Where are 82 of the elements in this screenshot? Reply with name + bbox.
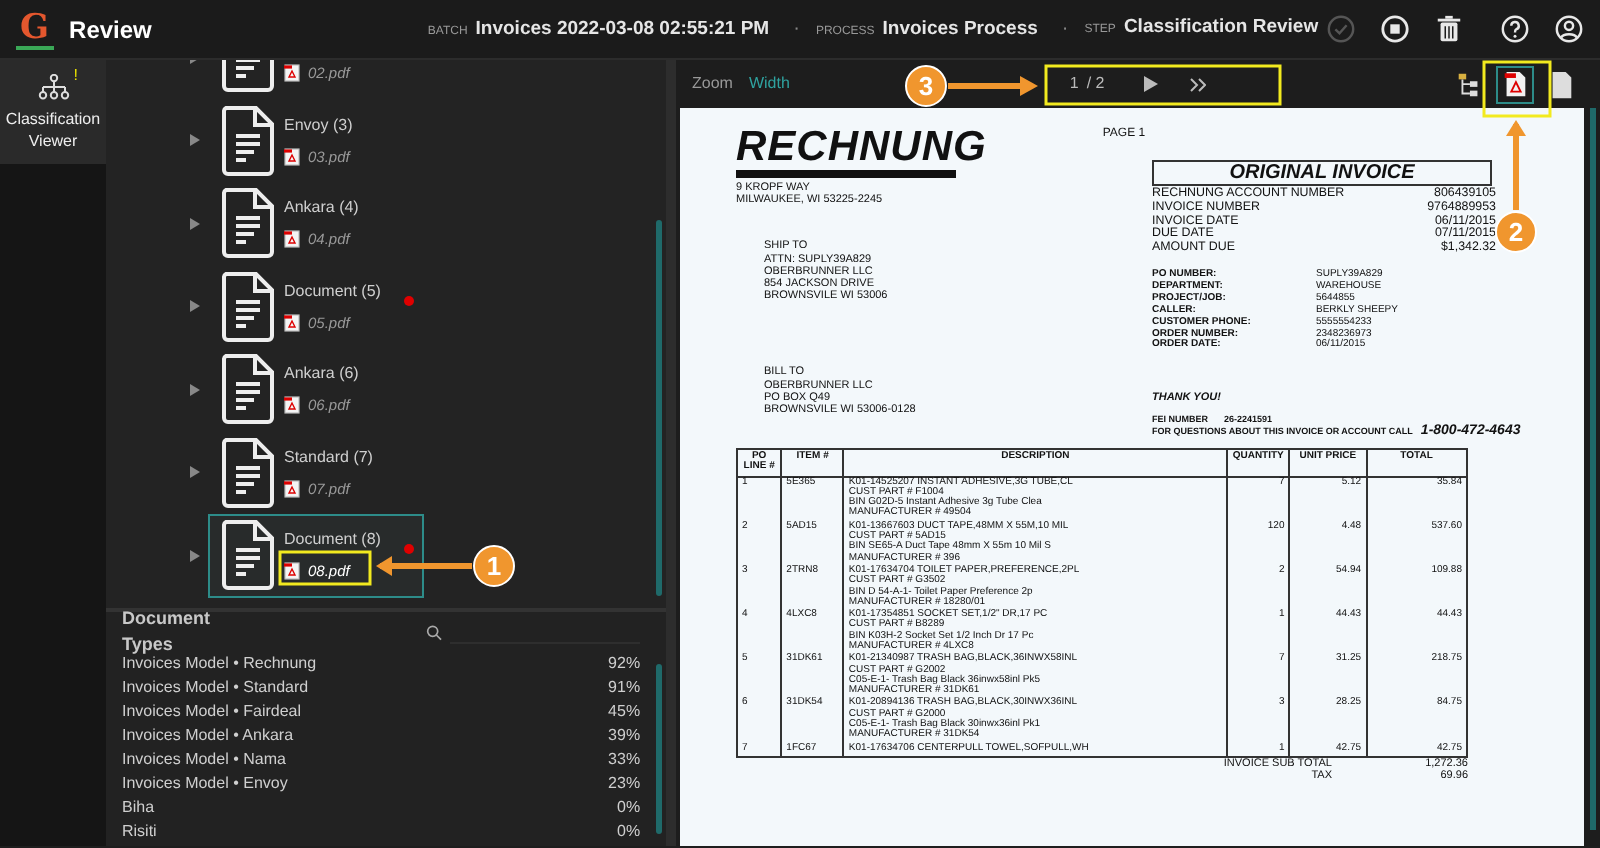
play-icon <box>1144 76 1159 92</box>
pdf-file-icon <box>284 313 300 332</box>
confidence-score: 0% <box>617 796 641 820</box>
alert-mark: ! <box>73 64 78 86</box>
callout-number-badge: 3 <box>905 65 947 107</box>
pdf-file-icon <box>284 396 300 415</box>
document-type-name: Invoices Model • Fairdeal <box>122 700 302 724</box>
confidence-score: 45% <box>608 700 641 724</box>
expand-caret-icon <box>190 466 200 479</box>
invoice-heading: ORIGINAL INVOICE <box>1152 160 1492 186</box>
app-logo: G <box>16 9 54 49</box>
highlight-frame <box>278 550 372 586</box>
pdf-file-icon <box>1502 69 1528 99</box>
document-icon <box>222 520 274 591</box>
help-icon <box>1500 14 1531 44</box>
zoom-label: Zoom <box>692 72 733 96</box>
company-logo-text: RECHNUNG <box>736 128 987 168</box>
confidence-score: 91% <box>608 676 641 700</box>
confidence-score: 23% <box>608 772 641 796</box>
document-type-name: Invoices Model • Nama <box>122 748 286 772</box>
pdf-file-icon <box>284 64 300 83</box>
highlight-frame <box>1482 60 1552 118</box>
callout-arrow <box>376 556 472 576</box>
zoom-width-link[interactable]: Width <box>748 72 790 96</box>
document-type-name: Biha <box>122 796 155 820</box>
callout-number-badge: 2 <box>1495 211 1537 253</box>
sidebar-item[interactable]: Classification Viewer ! <box>0 60 106 164</box>
user-icon <box>1554 14 1585 44</box>
document-name: Document (8) <box>284 528 381 553</box>
document-type-name: Invoices Model • Rechnung <box>122 654 317 676</box>
scrollbar[interactable] <box>1590 108 1596 830</box>
document-icon <box>222 354 274 425</box>
expand-caret-icon <box>190 300 200 313</box>
document-icon <box>222 437 274 508</box>
expand-caret-icon <box>190 549 200 562</box>
separator-dot: · <box>793 15 800 44</box>
document-icon <box>222 105 274 176</box>
document-name: Standard (7) <box>284 445 373 470</box>
double-chevron-icon <box>1190 77 1207 91</box>
separator-dot: · <box>1061 15 1069 44</box>
document-icon <box>222 271 274 342</box>
document-type-name: Invoices Model • Standard <box>122 676 309 700</box>
document-type-name: Risiti <box>122 820 157 844</box>
expand-caret-icon <box>190 134 200 147</box>
pdf-file-button[interactable] <box>1496 65 1534 103</box>
document-name: Document (5) <box>284 279 381 304</box>
document-type-name: Invoices Model • Envoy <box>122 772 288 796</box>
process-name: Invoices Process <box>882 15 1038 44</box>
section-title: Document Types <box>122 605 213 656</box>
check-circle-icon <box>1326 14 1357 44</box>
confidence-score: 0% <box>617 820 641 844</box>
page-title: Review <box>69 13 152 47</box>
page-number: 1 <box>1069 72 1079 96</box>
confidence-score: 33% <box>608 748 641 772</box>
document-name: Ankara (4) <box>284 196 359 221</box>
page-total: / 2 <box>1086 72 1105 96</box>
expand-caret-icon <box>190 383 200 396</box>
tree-view-icon <box>1456 69 1482 99</box>
document-name: Envoy (3) <box>284 113 353 138</box>
pdf-file-icon <box>284 562 300 581</box>
document-type-name: Invoices Model • Ankara <box>122 724 294 748</box>
batch-name: Invoices 2022-03-08 02:55:21 PM <box>475 15 770 44</box>
step-name: Classification Review <box>1123 14 1319 43</box>
scrollbar[interactable] <box>656 220 662 596</box>
pdf-file-icon <box>284 230 300 249</box>
hierarchy-icon <box>37 73 69 99</box>
expand-caret-icon <box>190 217 200 230</box>
document-name: Ankara (6) <box>284 362 359 387</box>
callout-arrow <box>948 76 1038 96</box>
document-icon <box>222 188 274 259</box>
sidebar-label: Classification Viewer <box>3 107 103 151</box>
scrollbar[interactable] <box>656 664 662 834</box>
pdf-file-icon <box>284 479 300 498</box>
search-icon[interactable] <box>425 623 443 641</box>
pdf-file-icon <box>284 147 300 166</box>
callout-arrow <box>1506 120 1526 210</box>
trash-icon <box>1434 14 1465 44</box>
page-icon <box>1548 69 1574 99</box>
callout-number-badge: 1 <box>473 545 515 587</box>
confidence-score: 92% <box>608 652 641 676</box>
confidence-score: 39% <box>608 724 641 748</box>
stop-circle-icon <box>1380 14 1411 44</box>
